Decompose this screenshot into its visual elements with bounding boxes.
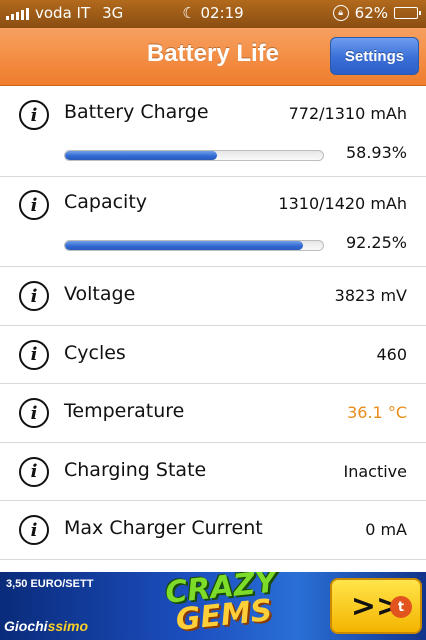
row-label: Battery Charge xyxy=(64,101,209,123)
ad-brand-logo: Giochissimo xyxy=(4,618,88,634)
progress-fill xyxy=(65,151,218,160)
row-percent: 58.93% xyxy=(345,143,407,162)
rotation-lock-icon: 🔒︎ xyxy=(332,5,349,21)
row-label: Voltage xyxy=(64,283,136,305)
capacity-progress-bar xyxy=(64,240,324,251)
info-icon[interactable]: i xyxy=(19,190,49,220)
row-cycles: i Cycles 460 xyxy=(0,326,426,384)
settings-button[interactable]: Settings xyxy=(330,37,419,75)
ad-banner[interactable]: 3,50 EURO/SETT Giochissimo CRAZY GEMS >>… xyxy=(0,572,426,640)
row-label: Capacity xyxy=(64,191,148,213)
ad-brand-prefix: Giochi xyxy=(4,618,48,634)
battery-icon xyxy=(394,7,421,19)
row-max-charger-current: i Max Charger Current 0 mA xyxy=(0,501,426,560)
row-label: Cycles xyxy=(64,341,126,364)
ad-price: 3,50 EURO/SETT xyxy=(6,578,94,590)
ad-badge-icon: t xyxy=(390,596,412,618)
navigation-bar: Battery Life Settings xyxy=(0,28,426,86)
row-value: 0 mA xyxy=(365,520,407,539)
row-value: 3823 mV xyxy=(334,286,407,305)
ad-brand-suffix: ssimo xyxy=(47,618,89,634)
battery-percent: 62% xyxy=(354,4,388,22)
battery-charge-progress-bar xyxy=(64,150,324,161)
row-label: Max Charger Current xyxy=(64,517,263,539)
row-charging-state: i Charging State Inactive xyxy=(0,443,426,501)
progress-fill xyxy=(65,241,303,250)
status-right: 🔒︎ 62% xyxy=(332,4,421,22)
row-label: Temperature xyxy=(64,400,185,422)
status-bar: voda IT 3G ☾ 02:19 🔒︎ 62% xyxy=(0,0,426,28)
row-capacity: i Capacity 1310/1420 mAh 92.25% xyxy=(0,177,426,267)
row-label: Charging State xyxy=(64,458,207,481)
row-value: Inactive xyxy=(343,461,408,481)
row-battery-charge: i Battery Charge 772/1310 mAh 58.93% xyxy=(0,87,426,177)
row-value: 1310/1420 mAh xyxy=(278,194,407,213)
row-value: 772/1310 mAh xyxy=(288,104,407,123)
row-value: 460 xyxy=(376,344,407,364)
info-icon[interactable]: i xyxy=(19,339,49,370)
info-icon[interactable]: i xyxy=(19,100,49,130)
info-icon[interactable]: i xyxy=(19,398,49,428)
row-temperature: i Temperature 36.1 °C xyxy=(0,384,426,443)
row-percent: 92.25% xyxy=(345,233,407,252)
info-icon[interactable]: i xyxy=(19,281,49,311)
row-voltage: i Voltage 3823 mV xyxy=(0,267,426,326)
info-icon[interactable]: i xyxy=(19,515,49,545)
info-icon[interactable]: i xyxy=(19,456,49,487)
moon-icon: ☾ xyxy=(182,4,196,22)
status-time: 02:19 xyxy=(200,4,244,22)
ad-game-logo: CRAZY GEMS xyxy=(145,572,301,640)
battery-stats-list: i Battery Charge 772/1310 mAh 58.93% i C… xyxy=(0,87,426,560)
row-value: 36.1 °C xyxy=(347,403,407,422)
